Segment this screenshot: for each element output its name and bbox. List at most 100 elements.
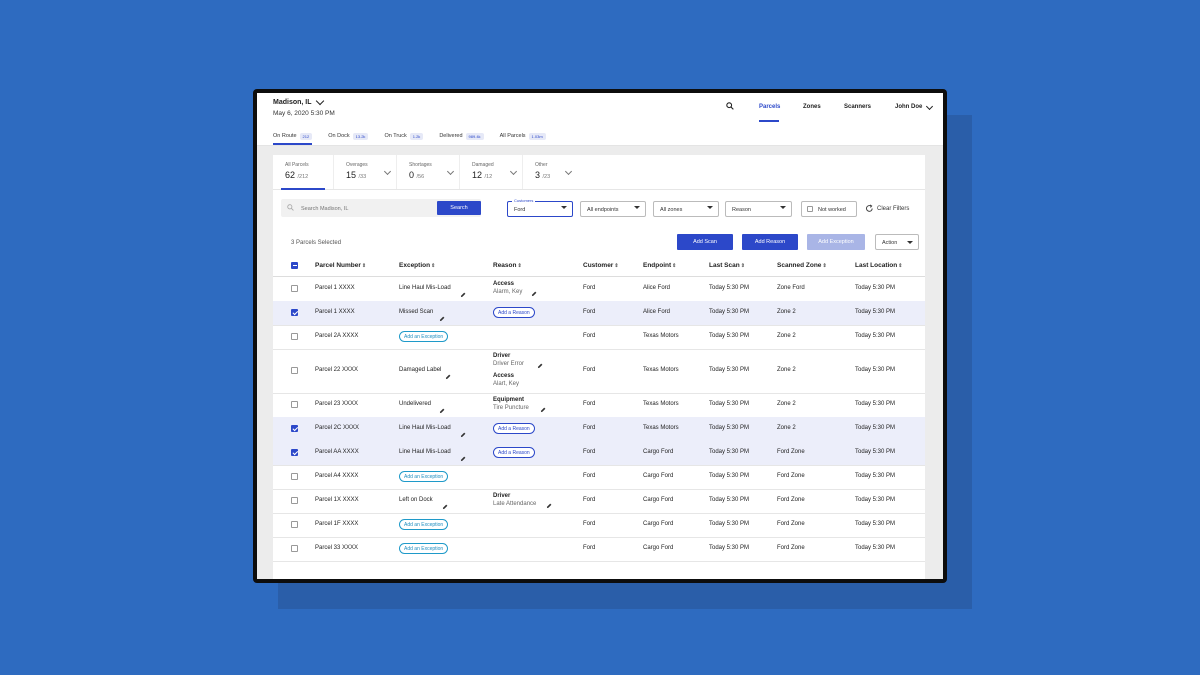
exception-text: Undelivered	[399, 401, 432, 407]
endpoints-value: All endpoints	[587, 207, 619, 213]
parcel-number[interactable]: Parcel 1F XXXX	[315, 521, 358, 527]
row-checkbox[interactable]	[291, 473, 298, 480]
row-checkbox[interactable]	[291, 449, 298, 456]
edit-reason-pencil-icon[interactable]	[546, 496, 552, 509]
edit-exception-pencil-icon[interactable]	[460, 449, 466, 462]
table-row[interactable]: Parcel 33 XXXX Add an Exception Ford Cargo …	[273, 537, 925, 562]
table-row[interactable]: Parcel 2C XXXX Line Haul Mis-Load Add a Re…	[273, 417, 925, 442]
add-scan-button[interactable]: Add Scan	[677, 234, 733, 250]
tab-delivered[interactable]: Delivered 989.4k	[439, 129, 484, 143]
stat-other[interactable]: Other 3 /23	[523, 155, 577, 189]
column-header[interactable]: Customer⇕	[583, 262, 619, 269]
edit-exception-pencil-icon[interactable]	[442, 497, 448, 510]
add-reason-pill[interactable]: Add a Reason	[493, 423, 535, 434]
table-row[interactable]: Parcel 2A XXXX Add an Exception Ford Texas …	[273, 325, 925, 350]
table-row[interactable]: Parcel 1X XXXX Left on Dock Driver Late Att…	[273, 489, 925, 514]
table-row[interactable]: Parcel A4 XXXX Add an Exception Ford Cargo …	[273, 465, 925, 490]
table-row[interactable]: Parcel 1 XXXX Missed Scan Add a Reason Ford…	[273, 301, 925, 326]
row-checkbox[interactable]	[291, 367, 298, 374]
parcel-number[interactable]: Parcel AA XXXX	[315, 449, 359, 455]
row-checkbox[interactable]	[291, 545, 298, 552]
nav-scanners[interactable]: Scanners	[844, 104, 871, 110]
search-icon[interactable]	[726, 102, 734, 110]
customer-cell: Ford	[583, 309, 596, 315]
table-row[interactable]: Parcel 23 XXXX Undelivered Equipment Tire P…	[273, 393, 925, 418]
tab-on-dock[interactable]: On Dock 13.2k	[328, 129, 369, 143]
add-reason-pill[interactable]: Add a Reason	[493, 307, 535, 318]
edit-exception-pencil-icon[interactable]	[460, 285, 466, 298]
scanned-zone-cell: Zone 2	[777, 309, 796, 315]
search-button[interactable]: Search	[437, 201, 481, 215]
parcel-number[interactable]: Parcel 22 XXXX	[315, 367, 358, 373]
edit-exception-pencil-icon[interactable]	[445, 367, 451, 380]
edit-reason-pencil-icon[interactable]	[540, 400, 546, 413]
table-row[interactable]: Parcel 22 XXXX Damaged Label Driver Driver …	[273, 349, 925, 394]
user-menu[interactable]: John Doe	[895, 102, 934, 110]
parcel-number[interactable]: Parcel A4 XXXX	[315, 473, 358, 479]
parcel-number[interactable]: Parcel 2A XXXX	[315, 333, 358, 339]
zones-select[interactable]: All zones	[653, 201, 719, 217]
endpoint-cell: Texas Motors	[643, 333, 679, 339]
stat-value: 12 /12	[472, 170, 510, 180]
parcel-number[interactable]: Parcel 23 XXXX	[315, 401, 358, 407]
table-row[interactable]: Parcel 1F XXXX Add an Exception Ford Cargo …	[273, 513, 925, 538]
edit-reason-pencil-icon[interactable]	[531, 284, 537, 297]
column-header[interactable]: Last Location⇕	[855, 262, 902, 269]
table-row[interactable]: Parcel 1 XXXX Line Haul Mis-Load Access Ala…	[273, 277, 925, 302]
add-exception-button[interactable]: Add Exception	[807, 234, 865, 250]
search-input[interactable]	[299, 202, 433, 216]
parcel-number[interactable]: Parcel 1X XXXX	[315, 497, 359, 503]
clear-filters-button[interactable]: Clear Filters	[865, 204, 909, 213]
add-exception-pill[interactable]: Add an Exception	[399, 331, 449, 342]
column-header[interactable]: Scanned Zone⇕	[777, 262, 827, 269]
location-selector[interactable]: Madison, IL	[273, 96, 324, 106]
not-worked-checkbox[interactable]	[807, 206, 813, 212]
parcel-number[interactable]: Parcel 1 XXXX	[315, 309, 355, 315]
parcel-number[interactable]: Parcel 2C XXXX	[315, 425, 359, 431]
tab-all-parcels[interactable]: All Parcels 1.03m	[500, 129, 546, 143]
column-header[interactable]: Parcel Number⇕	[315, 262, 366, 269]
tab-on-truck[interactable]: On Truck 1.2k	[384, 129, 424, 143]
stat-damaged[interactable]: Damaged 12 /12	[460, 155, 523, 189]
column-header[interactable]: Endpoint⇕	[643, 262, 676, 269]
edit-exception-pencil-icon[interactable]	[439, 309, 445, 322]
nav-parcels[interactable]: Parcels	[759, 104, 780, 110]
not-worked-filter[interactable]: Not worked	[801, 201, 857, 217]
row-checkbox[interactable]	[291, 333, 298, 340]
nav-zones[interactable]: Zones	[803, 104, 821, 110]
row-checkbox[interactable]	[291, 497, 298, 504]
last-location-cell: Today 5:30 PM	[855, 309, 896, 315]
stat-all-parcels[interactable]: All Parcels 62 /212	[273, 155, 334, 190]
add-exception-pill[interactable]: Add an Exception	[399, 519, 449, 530]
edit-reason-pencil-icon[interactable]	[537, 356, 543, 369]
select-all-checkbox[interactable]	[291, 262, 298, 269]
add-exception-pill[interactable]: Add an Exception	[399, 543, 449, 554]
column-header[interactable]: Reason⇕	[493, 262, 522, 269]
exception-text: Damaged Label	[399, 367, 442, 373]
row-checkbox[interactable]	[291, 425, 298, 432]
stat-overages[interactable]: Overages 15 /33	[334, 155, 397, 189]
edit-exception-pencil-icon[interactable]	[439, 401, 445, 414]
add-reason-pill[interactable]: Add a Reason	[493, 447, 535, 458]
customers-select[interactable]: Customers Ford	[507, 198, 573, 217]
column-header[interactable]: Exception⇕	[399, 262, 435, 269]
parcel-number[interactable]: Parcel 1 XXXX	[315, 285, 355, 291]
last-location-cell: Today 5:30 PM	[855, 545, 896, 551]
add-exception-pill[interactable]: Add an Exception	[399, 471, 449, 482]
action-select[interactable]: Action	[875, 234, 919, 250]
column-header[interactable]: Last Scan⇕	[709, 262, 745, 269]
stat-shortages[interactable]: Shortages 0 /56	[397, 155, 460, 189]
tab-on-route[interactable]: On Route 212	[273, 129, 313, 145]
row-checkbox[interactable]	[291, 285, 298, 292]
table-row[interactable]: Parcel AA XXXX Line Haul Mis-Load Add a Re…	[273, 441, 925, 466]
row-checkbox[interactable]	[291, 401, 298, 408]
parcel-number[interactable]: Parcel 33 XXXX	[315, 545, 358, 551]
stat-value: 0 /56	[409, 170, 447, 180]
edit-exception-pencil-icon[interactable]	[460, 425, 466, 438]
reason-select[interactable]: Reason	[725, 201, 792, 217]
add-reason-button[interactable]: Add Reason	[742, 234, 798, 250]
row-checkbox[interactable]	[291, 521, 298, 528]
row-checkbox[interactable]	[291, 309, 298, 316]
endpoints-select[interactable]: All endpoints	[580, 201, 646, 217]
selected-count: 3 Parcels Selected	[291, 240, 342, 246]
